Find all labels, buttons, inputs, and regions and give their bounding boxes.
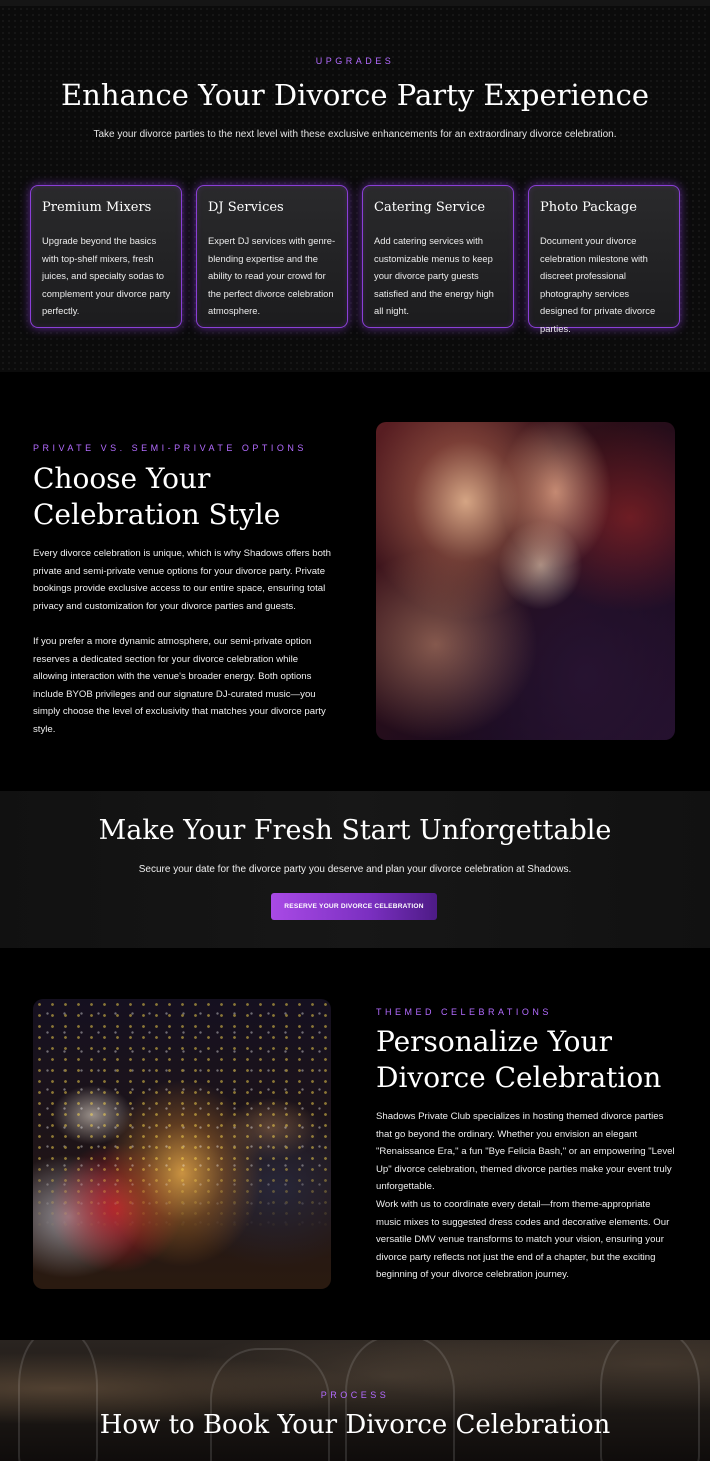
themed-title-line2: Divorce Celebration bbox=[376, 1061, 662, 1094]
style-paragraph-2: If you prefer a more dynamic atmosphere,… bbox=[33, 636, 326, 735]
card-title: Photo Package bbox=[540, 200, 637, 215]
upgrades-section: UPGRADES Enhance Your Divorce Party Expe… bbox=[0, 6, 710, 372]
card-title: DJ Services bbox=[208, 200, 284, 215]
card-title: Catering Service bbox=[374, 200, 486, 215]
upgrades-eyebrow: UPGRADES bbox=[315, 56, 395, 66]
card-title: Premium Mixers bbox=[42, 200, 152, 215]
glass-decoration bbox=[345, 1340, 455, 1461]
process-band: PROCESS How to Book Your Divorce Celebra… bbox=[0, 1340, 710, 1461]
card-text: Upgrade beyond the basics with top-shelf… bbox=[42, 235, 171, 316]
style-title-line2: Celebration Style bbox=[33, 498, 281, 531]
cta-title: Make Your Fresh Start Unforgettable bbox=[98, 815, 612, 846]
glass-decoration bbox=[18, 1340, 98, 1461]
card-text: Add catering services with customizable … bbox=[374, 235, 494, 316]
reserve-button[interactable]: RESERVE YOUR DIVORCE CELEBRATION bbox=[271, 893, 437, 920]
party-toast-photo bbox=[376, 422, 675, 740]
style-title-line1: Choose Your bbox=[33, 462, 211, 495]
themed-paragraph-2: Work with us to coordinate every detail—… bbox=[376, 1199, 670, 1281]
themed-eyebrow: THEMED CELEBRATIONS bbox=[376, 1007, 552, 1017]
upgrade-cards: Premium Mixers Upgrade beyond the basics… bbox=[30, 185, 680, 334]
upgrade-card-photo-package: Photo Package Document your divorce cele… bbox=[528, 185, 680, 334]
process-title: How to Book Your Divorce Celebration bbox=[99, 1410, 611, 1440]
upgrades-title: Enhance Your Divorce Party Experience bbox=[60, 78, 650, 112]
themed-paragraph-1: Shadows Private Club specializes in host… bbox=[376, 1111, 675, 1193]
style-paragraph-1: Every divorce celebration is unique, whi… bbox=[33, 548, 331, 612]
cta-text: Secure your date for the divorce party y… bbox=[138, 864, 572, 875]
upgrade-card-catering-service: Catering Service Add catering services w… bbox=[362, 185, 514, 328]
themed-title-line1: Personalize Your bbox=[376, 1025, 612, 1058]
card-text: Expert DJ services with genre-blending e… bbox=[208, 235, 336, 316]
card-text: Document your divorce celebration milest… bbox=[540, 235, 656, 334]
confetti-overlay bbox=[33, 999, 331, 1289]
glass-decoration bbox=[210, 1348, 330, 1461]
upgrades-lead: Take your divorce parties to the next le… bbox=[93, 129, 617, 140]
upgrade-card-premium-mixers: Premium Mixers Upgrade beyond the basics… bbox=[30, 185, 182, 328]
process-eyebrow: PROCESS bbox=[320, 1390, 390, 1400]
glass-decoration bbox=[600, 1340, 700, 1461]
themed-party-photo bbox=[33, 999, 331, 1289]
upgrade-card-dj-services: DJ Services Expert DJ services with genr… bbox=[196, 185, 348, 328]
cta-band: Make Your Fresh Start Unforgettable Secu… bbox=[0, 791, 710, 948]
style-eyebrow: PRIVATE VS. SEMI-PRIVATE OPTIONS bbox=[33, 443, 307, 453]
